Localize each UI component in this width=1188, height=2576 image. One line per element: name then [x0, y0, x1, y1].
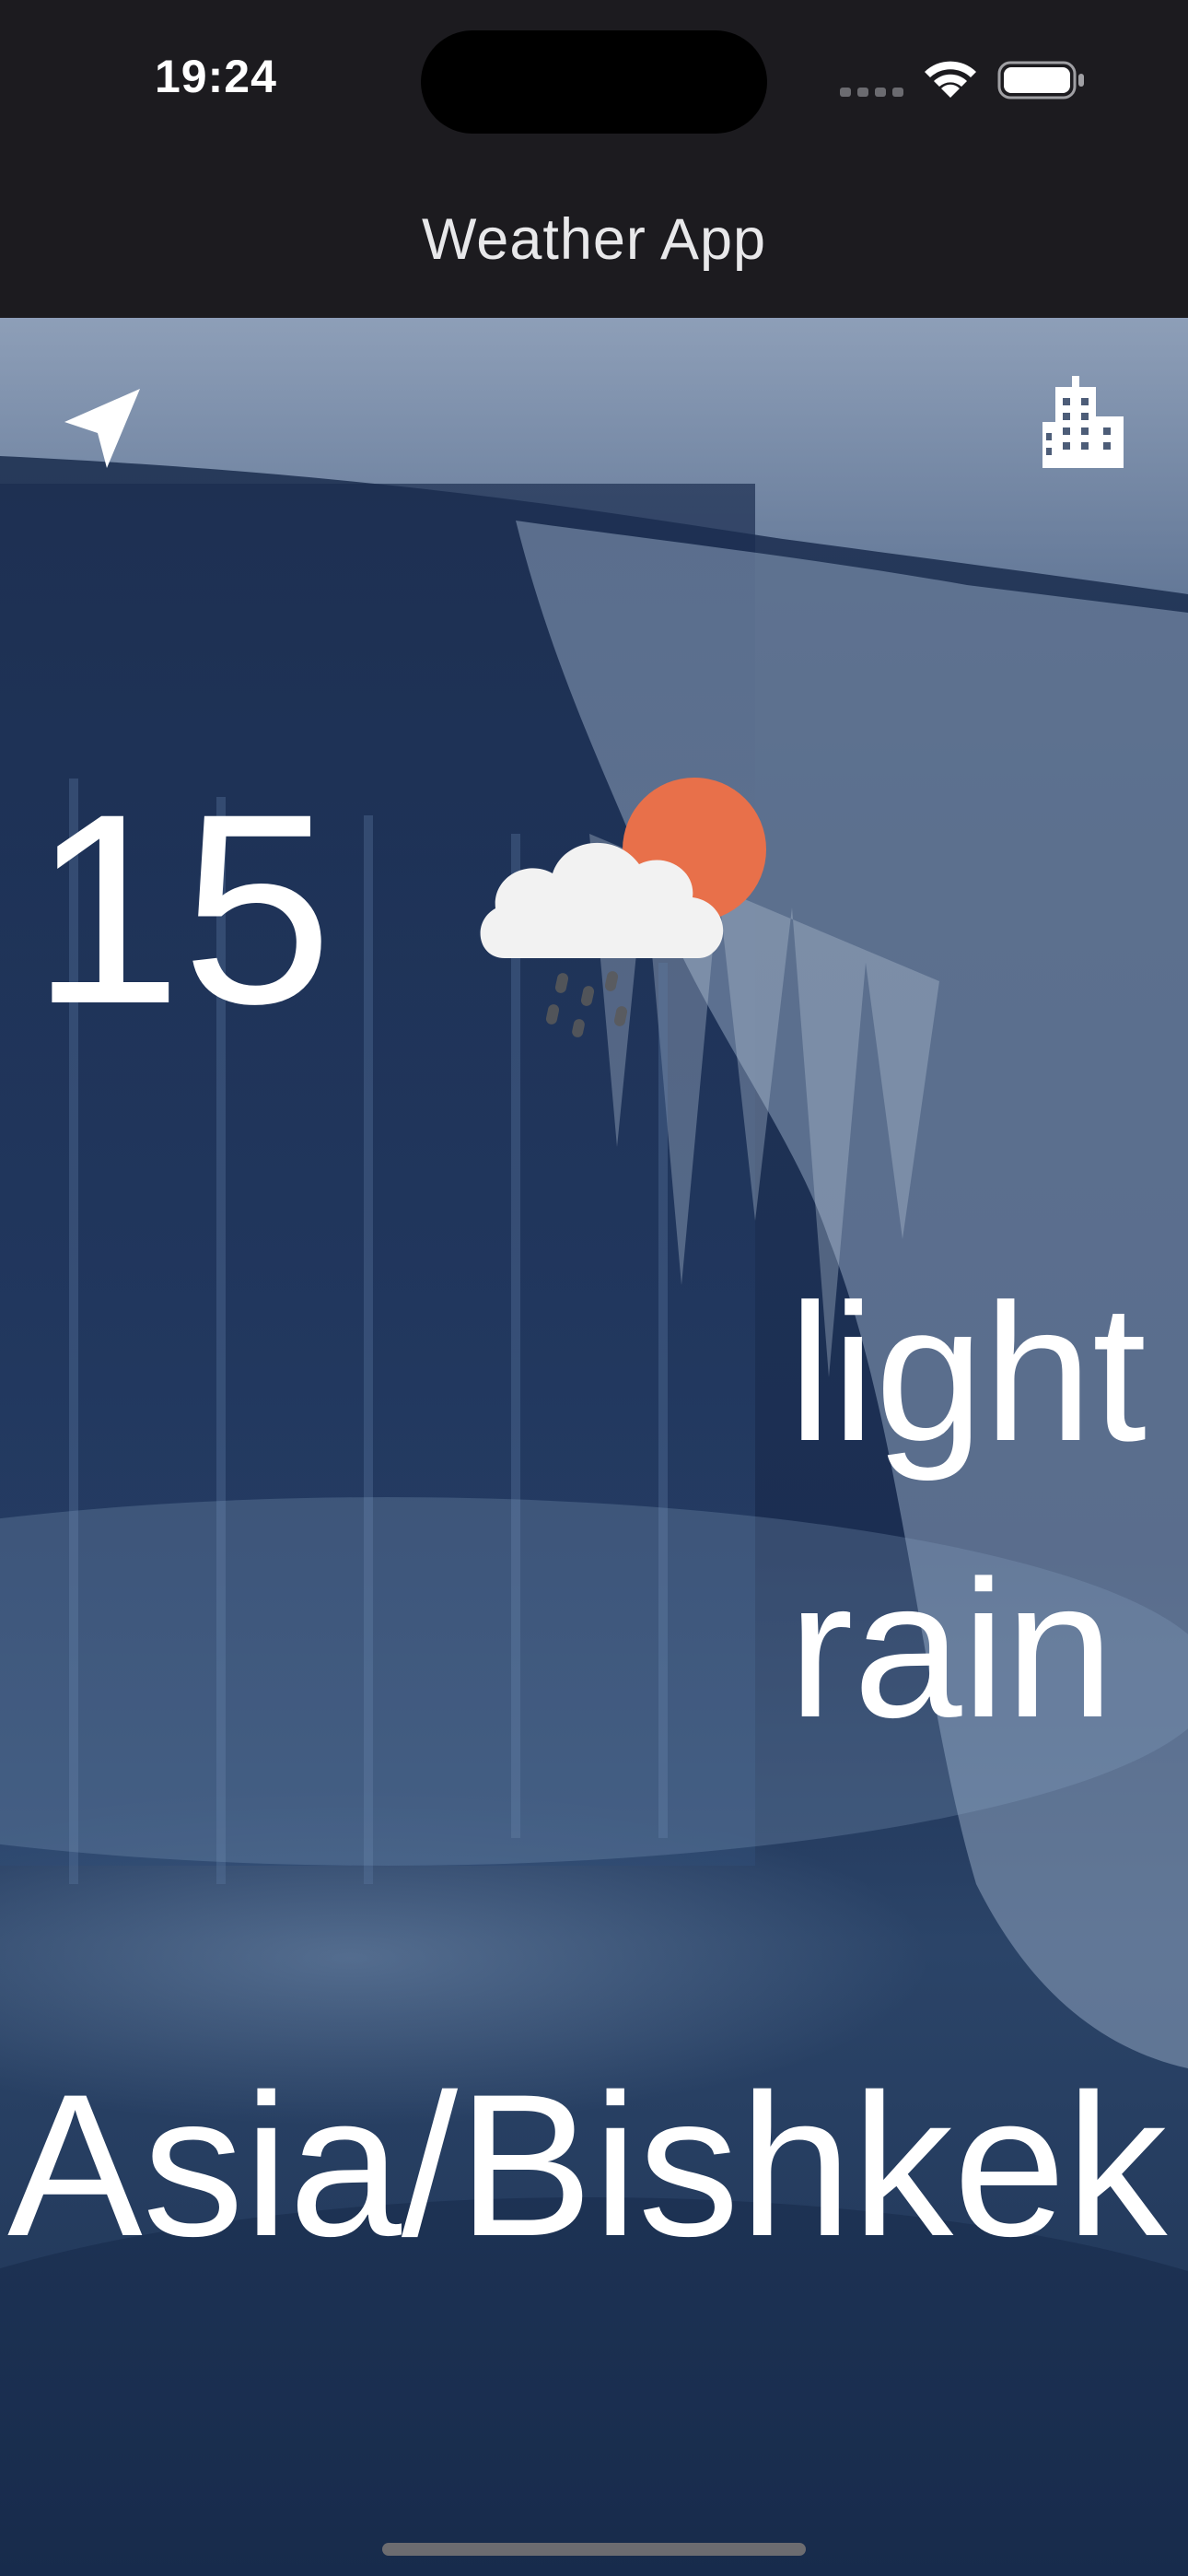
city-icon[interactable]: [1039, 376, 1127, 468]
battery-icon: [997, 61, 1084, 100]
location-arrow-icon[interactable]: [59, 385, 147, 474]
timezone-label: Asia/Bishkek: [7, 2052, 1168, 2278]
app-title: Weather App: [421, 207, 767, 272]
status-time: 19:24: [155, 51, 277, 102]
cloud-sun-rain-icon: [480, 778, 766, 1037]
weather-description: light rain: [788, 1263, 1147, 1758]
temperature-value: 15: [31, 758, 333, 1060]
wifi-icon: [925, 61, 976, 98]
weather-screen: 19:24 Weather App 15 light rain Asia/Bis…: [0, 0, 1188, 2576]
home-indicator[interactable]: [382, 2543, 806, 2556]
cellular-signal-icon: [840, 88, 903, 97]
dynamic-island: [421, 30, 767, 134]
app-bar: 19:24 Weather App: [0, 0, 1188, 318]
